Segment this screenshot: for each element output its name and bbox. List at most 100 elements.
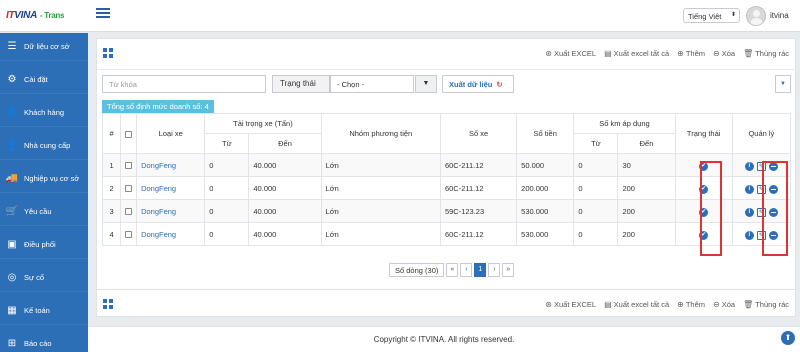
- app-logo[interactable]: ITVINA - Trans: [6, 10, 64, 21]
- col-vehicle-type[interactable]: Loại xe: [136, 113, 206, 154]
- delete-icon[interactable]: [768, 207, 778, 217]
- export-excel-button[interactable]: ⊛ Xuất EXCEL: [545, 49, 596, 58]
- delete-icon[interactable]: [768, 161, 778, 171]
- col-vehicle-group[interactable]: Nhóm phương tiện: [320, 113, 441, 154]
- sidebar-item-suppliers[interactable]: 👤 Nhà cung cấp: [0, 132, 88, 160]
- col-plate[interactable]: Số xe: [439, 113, 518, 154]
- cell-no: 2: [101, 176, 122, 200]
- col-load-from: Từ: [204, 133, 250, 154]
- row-checkbox[interactable]: [125, 208, 133, 216]
- status-check-icon[interactable]: ✔: [699, 207, 709, 217]
- trash-label: Thùng rác: [755, 49, 789, 58]
- edit-icon[interactable]: ✎: [756, 161, 766, 171]
- delete-icon[interactable]: [768, 184, 778, 194]
- status-filter-label: Trạng thái: [272, 75, 330, 93]
- avatar[interactable]: [746, 6, 766, 26]
- edit-icon[interactable]: ✎: [756, 230, 766, 240]
- trash-button[interactable]: 🗑 Thùng rác: [743, 49, 789, 58]
- collapse-icon[interactable]: ▼: [775, 75, 791, 93]
- status-check-icon[interactable]: ✔: [699, 184, 709, 194]
- vehicle-type-link[interactable]: DongFeng: [141, 161, 176, 170]
- add-label: Thêm: [685, 49, 705, 58]
- user-icon: 👤: [5, 140, 19, 151]
- last-page-button[interactable]: »: [502, 263, 515, 277]
- col-load: Tải trọng xe (Tấn): [204, 113, 322, 134]
- info-icon[interactable]: i: [744, 207, 754, 217]
- rows-per-page-select[interactable]: Số dòng (30): [389, 263, 445, 277]
- next-page-button[interactable]: ›: [488, 263, 501, 277]
- sidebar-item-base-data[interactable]: ☰ Dữ liệu cơ sở: [0, 33, 88, 61]
- add-button[interactable]: ⊕ Thêm: [677, 49, 705, 58]
- cell-group: Lớn: [320, 153, 441, 177]
- cell-type: DongFeng: [136, 199, 206, 223]
- logo-vina: VINA: [14, 10, 37, 21]
- info-icon[interactable]: i: [744, 184, 754, 194]
- sidebar-item-accounting[interactable]: ▦ Kế toán: [0, 297, 88, 325]
- export-data-button[interactable]: Xuất dữ liệu ↻: [442, 75, 514, 93]
- vehicle-type-link[interactable]: DongFeng: [141, 184, 176, 193]
- cell-amount: 200.000: [516, 176, 575, 200]
- chevron-updown-icon: ⬍: [730, 12, 736, 18]
- cell-manage: i ✎: [731, 222, 792, 246]
- username[interactable]: itvina: [770, 11, 789, 20]
- sidebar-item-label: Điều phối: [24, 240, 56, 249]
- status-select[interactable]: - Chọn -: [330, 75, 414, 93]
- export-excel-button[interactable]: ⊛ Xuất EXCEL: [545, 300, 596, 309]
- prev-page-button[interactable]: ‹: [460, 263, 473, 277]
- first-page-button[interactable]: «: [446, 263, 459, 277]
- file-icon: ▤: [604, 300, 612, 309]
- cell-km-from: 0: [573, 153, 619, 177]
- trash-button[interactable]: 🗑 Thùng rác: [743, 300, 789, 309]
- page-button-current[interactable]: 1: [474, 263, 487, 277]
- vehicle-type-link[interactable]: DongFeng: [141, 230, 176, 239]
- gear-icon: ⚙: [7, 74, 17, 85]
- delete-icon[interactable]: [768, 230, 778, 240]
- info-icon[interactable]: i: [744, 230, 754, 240]
- cell-type: DongFeng: [136, 153, 206, 177]
- row-checkbox[interactable]: [125, 162, 133, 170]
- row-checkbox[interactable]: [125, 231, 133, 239]
- sidebar-item-dispatch[interactable]: ▣ Điều phối: [0, 231, 88, 259]
- export-excel-all-button[interactable]: ▤ Xuất excel tất cả: [604, 49, 669, 58]
- language-select[interactable]: Tiếng Việt ⬍: [683, 8, 740, 23]
- delete-button[interactable]: ⊖ Xóa: [713, 49, 735, 58]
- cell-plate: 60C-211.12: [439, 153, 518, 177]
- col-amount[interactable]: Số tiền: [516, 113, 575, 154]
- status-check-icon[interactable]: ✔: [699, 161, 709, 171]
- export-excel-all-label: Xuất excel tất cả: [613, 49, 670, 58]
- language-value: Tiếng Việt: [688, 12, 722, 21]
- row-checkbox[interactable]: [125, 185, 133, 193]
- cell-load-from: 0: [204, 176, 250, 200]
- select-all-checkbox[interactable]: [125, 130, 133, 138]
- bottom-toolbar: ⊛ Xuất EXCEL ▤ Xuất excel tất cả ⊕ Thêm ⊖ Xó…: [97, 290, 797, 318]
- cell-no: 4: [101, 222, 122, 246]
- sidebar-item-settings[interactable]: ⚙ Cài đặt: [0, 66, 88, 94]
- vehicle-type-link[interactable]: DongFeng: [141, 207, 176, 216]
- cell-select: [120, 222, 138, 246]
- col-km: Số km áp dụng: [573, 113, 676, 134]
- trash-label: Thùng rác: [755, 300, 789, 309]
- cell-select: [120, 199, 138, 223]
- grid-icon: [103, 48, 113, 58]
- info-icon[interactable]: i: [744, 161, 754, 171]
- sidebar-item-requests[interactable]: 🛒 Yêu cầu: [0, 198, 88, 226]
- delete-button[interactable]: ⊖ Xóa: [713, 300, 735, 309]
- status-check-icon[interactable]: ✔: [699, 230, 709, 240]
- edit-icon[interactable]: ✎: [756, 184, 766, 194]
- export-excel-all-button[interactable]: ▤ Xuất excel tất cả: [604, 300, 669, 309]
- minus-icon: ⊖: [713, 300, 720, 309]
- menu-toggle-icon[interactable]: [96, 8, 110, 20]
- sidebar-item-customers[interactable]: 👤 Khách hàng: [0, 99, 88, 127]
- scroll-top-icon[interactable]: ⬆: [781, 331, 795, 345]
- sidebar-item-base-operations[interactable]: 🚚 Nghiệp vụ cơ sở: [0, 165, 88, 193]
- col-km-to: Đến: [617, 133, 676, 154]
- keyword-input[interactable]: Từ khóa: [102, 75, 266, 93]
- edit-icon[interactable]: ✎: [756, 207, 766, 217]
- sidebar-item-reports[interactable]: ⊞ Báo cáo: [0, 330, 88, 352]
- cell-amount: 530.000: [516, 199, 575, 223]
- sidebar-item-incidents[interactable]: ◎ Sự cố: [0, 264, 88, 292]
- cell-manage: i ✎: [731, 199, 792, 223]
- cell-amount: 530.000: [516, 222, 575, 246]
- add-button[interactable]: ⊕ Thêm: [677, 300, 705, 309]
- dropdown-icon[interactable]: ▼: [415, 75, 437, 93]
